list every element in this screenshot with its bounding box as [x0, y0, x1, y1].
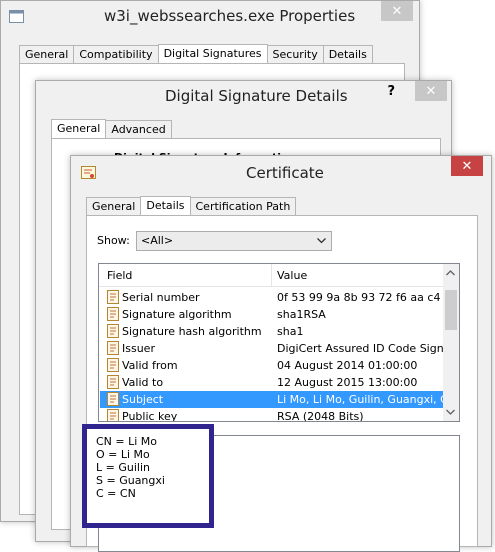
certificate-titlebar[interactable]: Certificate ✕ — [71, 156, 491, 186]
scroll-up-icon[interactable] — [446, 270, 455, 276]
field-name: Valid from — [122, 359, 178, 372]
properties-tabbar: General Compatibility Digital Signatures… — [19, 43, 373, 64]
field-value: RSA (2048 Bits) — [277, 410, 364, 422]
subject-detail-line: L = Guilin — [96, 461, 150, 474]
field-value: DigiCert Assured ID Code Signi... — [277, 342, 443, 355]
tab-cert-details[interactable]: Details — [140, 196, 191, 216]
subject-detail-line: C = CN — [96, 487, 136, 500]
certificate-field-icon — [107, 409, 119, 421]
certificate-field-icon — [107, 392, 119, 406]
certificate-title: Certificate — [246, 164, 324, 182]
table-row[interactable]: Serial number 0f 53 99 9a 8b 93 72 f6 aa… — [100, 289, 443, 306]
subject-detail-highlight: CN = Li Mo O = Li Mo L = Guilin S = Guan… — [82, 424, 214, 528]
table-row-selected[interactable]: Subject Li Mo, Li Mo, Guilin, Guangxi, C… — [100, 391, 443, 408]
certificate-close-button[interactable]: ✕ — [451, 156, 483, 176]
field-value: sha1RSA — [277, 308, 326, 321]
field-name: Signature algorithm — [122, 308, 232, 321]
tab-security[interactable]: Security — [266, 45, 324, 63]
tab-sig-general[interactable]: General — [51, 119, 107, 139]
field-value: 12 August 2015 13:00:00 — [277, 376, 418, 389]
column-header-field[interactable]: Field — [107, 269, 132, 282]
show-label: Show: — [97, 234, 130, 247]
column-divider[interactable] — [271, 264, 272, 286]
properties-close-button[interactable]: ✕ — [381, 1, 413, 21]
field-name: Signature hash algorithm — [122, 325, 262, 338]
table-row[interactable]: Valid from 04 August 2014 01:00:00 — [100, 357, 443, 374]
tab-cert-path[interactable]: Certification Path — [189, 197, 297, 215]
field-value: 04 August 2014 01:00:00 — [277, 359, 418, 372]
certificate-field-icon — [107, 341, 119, 355]
tab-details[interactable]: Details — [322, 45, 373, 63]
tab-general[interactable]: General — [19, 45, 75, 63]
field-name: Serial number — [122, 291, 200, 304]
table-row[interactable]: Public key RSA (2048 Bits) — [100, 408, 443, 422]
certificate-field-icon — [107, 375, 119, 389]
field-value: Li Mo, Li Mo, Guilin, Guangxi, CN — [277, 393, 443, 406]
signature-details-close-button[interactable]: ✕ — [415, 81, 447, 101]
certificate-field-icon — [107, 324, 119, 338]
properties-title: w3i_webssearches.exe Properties — [104, 7, 356, 25]
tab-cert-general[interactable]: General — [86, 197, 142, 215]
certificate-icon — [81, 166, 96, 179]
chevron-down-icon — [317, 238, 326, 244]
tab-compatibility[interactable]: Compatibility — [73, 45, 159, 63]
field-name: Subject — [122, 393, 164, 406]
table-row[interactable]: Issuer DigiCert Assured ID Code Signi... — [100, 340, 443, 357]
show-dropdown-value: <All> — [141, 234, 174, 247]
tab-sig-advanced[interactable]: Advanced — [105, 120, 172, 138]
tab-digital-signatures[interactable]: Digital Signatures — [157, 44, 268, 64]
field-value: sha1 — [277, 325, 304, 338]
signature-details-titlebar[interactable]: Digital Signature Details ? ✕ — [36, 81, 451, 111]
field-name: Valid to — [122, 376, 164, 389]
certificate-tabbar: General Details Certification Path — [86, 195, 297, 216]
certificate-field-icon — [107, 290, 119, 304]
properties-titlebar[interactable]: w3i_webssearches.exe Properties ✕ — [1, 1, 419, 31]
table-row[interactable]: Signature hash algorithm sha1 — [100, 323, 443, 340]
field-list[interactable]: Field Value Serial number 0f 53 99 9a 8b… — [98, 263, 460, 422]
show-dropdown[interactable]: <All> — [136, 231, 332, 251]
scroll-down-icon[interactable] — [446, 409, 455, 415]
field-value: 0f 53 99 9a 8b 93 72 f6 aa c4 ... — [277, 291, 443, 304]
subject-detail-line: O = Li Mo — [96, 448, 150, 461]
list-header: Field Value — [99, 264, 443, 287]
app-window-icon — [9, 10, 24, 23]
field-name: Issuer — [122, 342, 155, 355]
signature-details-title: Digital Signature Details — [165, 87, 348, 105]
help-button[interactable]: ? — [387, 84, 395, 99]
scrollbar-thumb[interactable] — [445, 290, 457, 330]
certificate-field-icon — [107, 358, 119, 372]
table-row[interactable]: Signature algorithm sha1RSA — [100, 306, 443, 323]
certificate-field-icon — [107, 307, 119, 321]
subject-detail-line: CN = Li Mo — [96, 435, 158, 448]
signature-details-tabbar: General Advanced — [51, 118, 172, 139]
field-name: Public key — [122, 410, 178, 422]
table-row[interactable]: Valid to 12 August 2015 13:00:00 — [100, 374, 443, 391]
subject-detail-line: S = Guangxi — [96, 474, 165, 487]
column-header-value[interactable]: Value — [277, 269, 307, 282]
field-list-scrollbar[interactable] — [443, 264, 459, 421]
